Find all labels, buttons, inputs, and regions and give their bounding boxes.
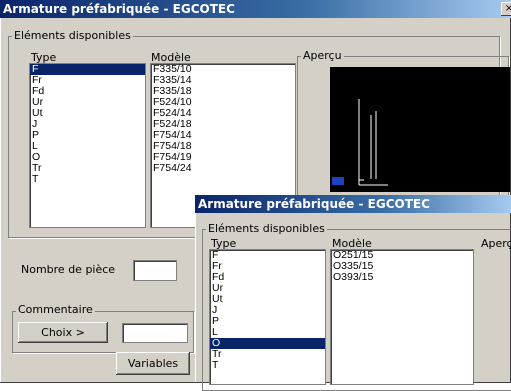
choix-button[interactable]: Choix > [18, 322, 108, 343]
type-list-item[interactable]: P [30, 130, 145, 141]
back-window-title: Armature préfabriquée - EGCOTEC [3, 2, 235, 16]
rebar-preview-drawing [332, 99, 388, 186]
type-list-item[interactable]: Fd [30, 86, 145, 97]
model-list-item[interactable]: F754/24 [151, 163, 295, 174]
type-list-item[interactable]: Ur [210, 283, 325, 294]
front-model-list[interactable]: O251/15 O335/15 O393/15 [330, 249, 474, 385]
comment-input[interactable] [122, 323, 188, 343]
back-preview-label: Aperçu [301, 49, 344, 62]
type-list-item[interactable]: Fr [210, 261, 325, 272]
type-list-item[interactable]: J [210, 305, 325, 316]
type-list-item[interactable]: T [30, 174, 145, 185]
model-list-item[interactable]: O393/15 [331, 272, 473, 283]
front-elements-group-label: Eléments disponibles [206, 222, 327, 235]
back-elements-group-label: Eléments disponibles [12, 29, 133, 42]
front-preview-label: Aperç [481, 237, 511, 250]
type-list-item[interactable]: Tr [30, 163, 145, 174]
front-window-title: Armature préfabriquée - EGCOTEC [198, 197, 430, 211]
comment-group-label: Commentaire [16, 303, 95, 316]
type-list-item[interactable]: L [30, 141, 145, 152]
variables-button[interactable]: Variables [116, 352, 190, 375]
type-list-item[interactable]: Ut [30, 108, 145, 119]
back-close-icon[interactable]: × [501, 2, 511, 16]
back-preview-canvas [330, 67, 510, 192]
type-list-item[interactable]: F [30, 64, 145, 75]
back-type-list[interactable]: F Fr Fd Ur Ut J P L O Tr T [29, 63, 146, 228]
front-title-bar: Armature préfabriquée - EGCOTEC [195, 195, 511, 213]
back-title-bar: Armature préfabriquée - EGCOTEC [0, 0, 511, 18]
type-list-item[interactable]: F [210, 250, 325, 261]
type-list-item[interactable]: Fr [30, 75, 145, 86]
front-window: Armature préfabriquée - EGCOTEC Eléments… [195, 195, 511, 391]
type-list-item[interactable]: Ut [210, 294, 325, 305]
type-list-item[interactable]: J [30, 119, 145, 130]
front-type-list[interactable]: F Fr Fd Ur Ut J P L O Tr T [209, 249, 326, 385]
type-list-item[interactable]: O [210, 338, 325, 349]
pieces-input[interactable] [133, 260, 177, 281]
type-list-item[interactable]: O [30, 152, 145, 163]
type-list-item[interactable]: Fd [210, 272, 325, 283]
type-list-item[interactable]: Tr [210, 349, 325, 360]
pieces-label: Nombre de pièce [21, 263, 116, 276]
type-list-item[interactable]: T [210, 360, 325, 371]
type-list-item[interactable]: L [210, 327, 325, 338]
type-list-item[interactable]: P [210, 316, 325, 327]
type-list-item[interactable]: Ur [30, 97, 145, 108]
